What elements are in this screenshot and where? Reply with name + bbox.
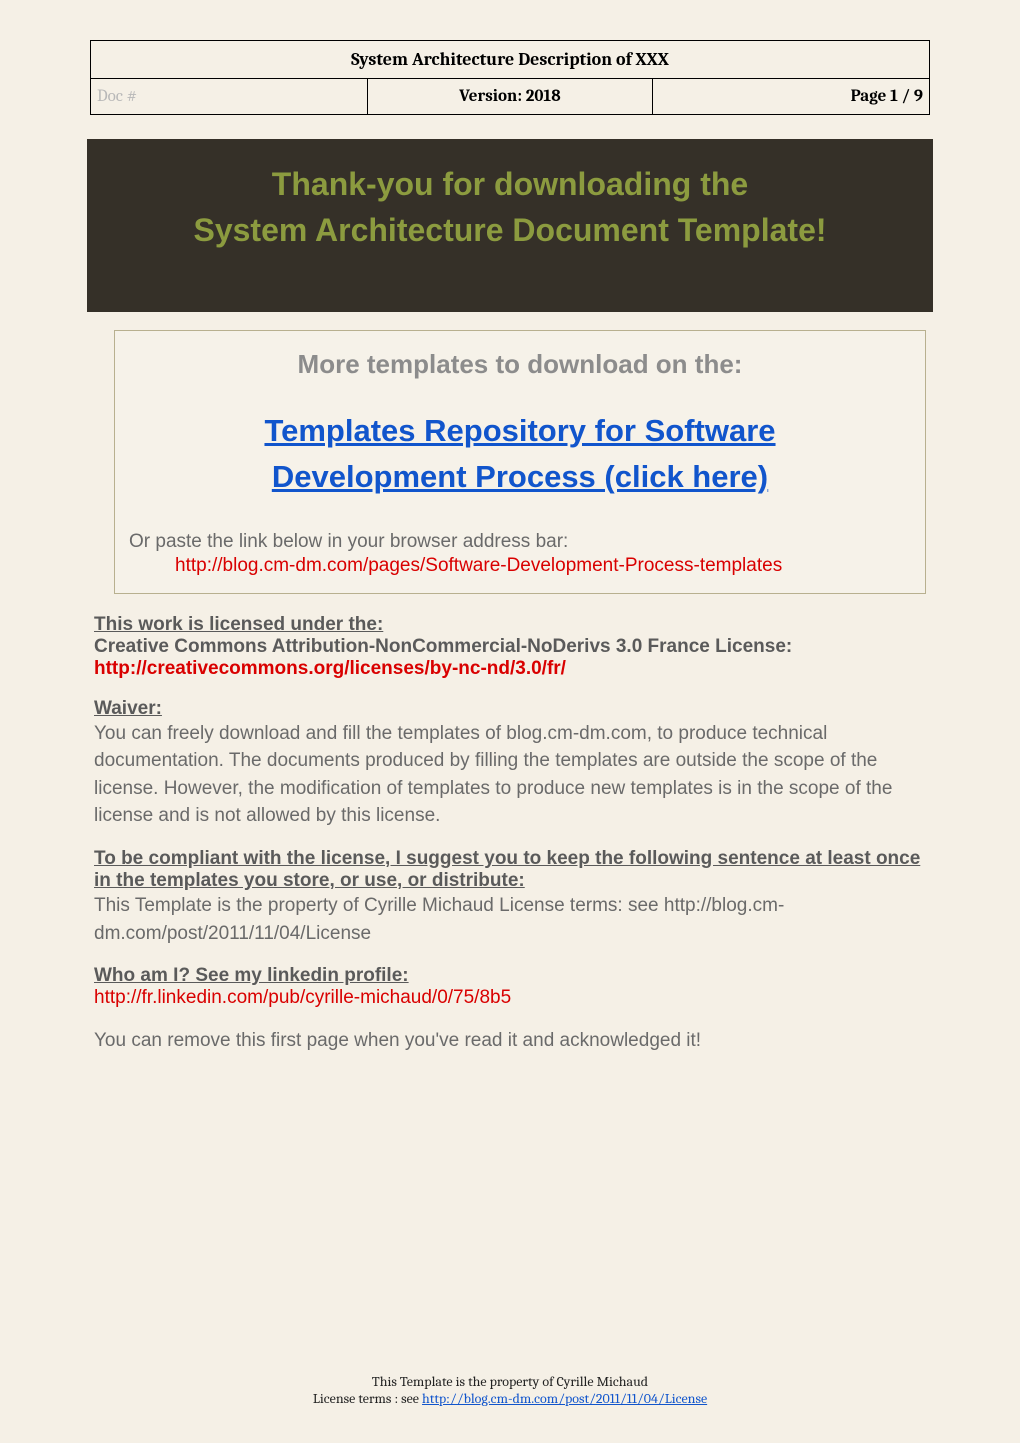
repository-link-line-1[interactable]: Templates Repository for Software <box>264 413 775 448</box>
document-page: System Architecture Description of XXX D… <box>0 0 1020 1095</box>
footer-owner: This Template is the property of Cyrille… <box>90 1373 930 1390</box>
compliance-text: This Template is the property of Cyrille… <box>94 892 926 947</box>
footer-license-prefix: License terms : see <box>313 1390 422 1407</box>
compliance-heading: To be compliant with the license, I sugg… <box>94 848 926 892</box>
waiver-section: Waiver: You can freely download and fill… <box>94 698 926 830</box>
paste-url[interactable]: http://blog.cm-dm.com/pages/Software-Dev… <box>129 555 911 577</box>
header-page-number: Page 1 / 9 <box>653 79 930 115</box>
thankyou-banner: Thank-you for downloading the System Arc… <box>87 139 933 312</box>
waiver-text: You can freely download and fill the tem… <box>94 720 926 830</box>
more-templates-heading: More templates to download on the: <box>129 349 911 380</box>
whoami-section: Who am I? See my linkedin profile: http:… <box>94 965 926 1009</box>
license-name: Creative Commons Attribution-NonCommerci… <box>94 636 926 658</box>
license-heading: This work is licensed under the: <box>94 614 926 636</box>
license-url[interactable]: http://creativecommons.org/licenses/by-n… <box>94 658 926 680</box>
repository-link-line-2[interactable]: Development Process (click here) <box>272 459 768 494</box>
whoami-heading: Who am I? See my linkedin profile: <box>94 965 926 987</box>
banner-line-2: System Architecture Document Template! <box>101 207 919 253</box>
footer-license-link[interactable]: http://blog.cm-dm.com/post/2011/11/04/Li… <box>422 1390 707 1407</box>
repository-link[interactable]: Templates Repository for Software Develo… <box>129 408 911 501</box>
compliance-section: To be compliant with the license, I sugg… <box>94 848 926 947</box>
footer-license-line: License terms : see http://blog.cm-dm.co… <box>90 1390 930 1407</box>
waiver-heading: Waiver: <box>94 698 926 720</box>
header-version: Version: 2018 <box>367 79 652 115</box>
banner-line-1: Thank-you for downloading the <box>101 161 919 207</box>
paste-instruction: Or paste the link below in your browser … <box>129 531 911 553</box>
header-doc-number: Doc # <box>91 79 368 115</box>
templates-box: More templates to download on the: Templ… <box>114 330 926 594</box>
header-title: System Architecture Description of XXX <box>91 41 930 79</box>
remove-note: You can remove this first page when you'… <box>94 1027 926 1055</box>
linkedin-url[interactable]: http://fr.linkedin.com/pub/cyrille-micha… <box>94 987 926 1009</box>
page-footer: This Template is the property of Cyrille… <box>90 1373 930 1407</box>
license-section: This work is licensed under the: Creativ… <box>94 614 926 680</box>
page-header-table: System Architecture Description of XXX D… <box>90 40 930 115</box>
remove-note-section: You can remove this first page when you'… <box>94 1027 926 1055</box>
